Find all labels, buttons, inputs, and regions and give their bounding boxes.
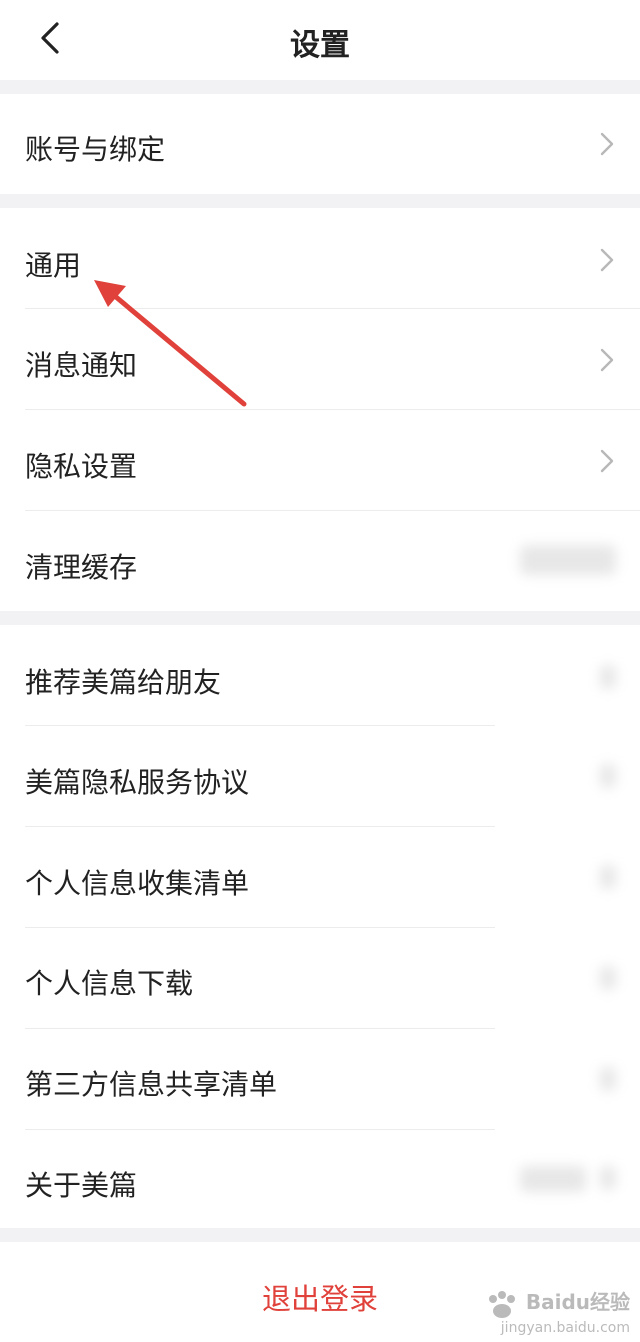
settings-item-info-collection[interactable]: 个人信息收集清单	[0, 827, 640, 927]
chevron-right-icon	[600, 132, 614, 156]
settings-item-privacy-policy[interactable]: 美篇隐私服务协议	[0, 726, 640, 826]
settings-item-label: 账号与绑定	[25, 133, 166, 166]
section-gap	[0, 80, 640, 94]
chevron-right-icon	[600, 248, 614, 272]
chevron-right-icon	[600, 665, 616, 689]
settings-item-label: 个人信息下载	[25, 967, 194, 1000]
paw-icon	[489, 1291, 516, 1318]
settings-item-about[interactable]: 关于美篇	[0, 1130, 640, 1228]
chevron-right-icon	[600, 764, 616, 788]
settings-item-recommend[interactable]: 推荐美篇给朋友	[0, 625, 640, 725]
settings-item-label: 个人信息收集清单	[25, 867, 250, 900]
chevron-right-icon	[600, 865, 616, 889]
settings-item-general[interactable]: 通用	[0, 208, 640, 308]
watermark-brand: Baidu经验	[525, 1290, 630, 1314]
settings-item-label: 美篇隐私服务协议	[25, 766, 250, 799]
top-bar: 设置	[0, 0, 640, 80]
version-value	[520, 1166, 586, 1192]
section-gap	[0, 1228, 640, 1242]
settings-item-label: 消息通知	[25, 349, 138, 382]
settings-item-label: 推荐美篇给朋友	[25, 666, 222, 699]
chevron-right-icon	[600, 1067, 616, 1091]
settings-item-label: 隐私设置	[25, 450, 138, 483]
chevron-right-icon	[600, 966, 616, 990]
settings-item-info-download[interactable]: 个人信息下载	[0, 928, 640, 1028]
cache-size-value	[520, 545, 616, 575]
settings-item-label: 清理缓存	[25, 551, 138, 584]
chevron-right-icon	[600, 1166, 616, 1190]
settings-item-label: 通用	[25, 249, 82, 282]
settings-item-label: 第三方信息共享清单	[25, 1068, 278, 1101]
chevron-right-icon	[600, 449, 614, 473]
chevron-right-icon	[600, 348, 614, 372]
baidu-jingyan-watermark: Baidu经验 jingyan.baidu.com	[485, 1290, 630, 1336]
section-gap	[0, 611, 640, 625]
settings-item-clear-cache[interactable]: 清理缓存	[0, 511, 640, 611]
page-title: 设置	[290, 28, 350, 63]
settings-item-privacy[interactable]: 隐私设置	[0, 410, 640, 510]
section-gap	[0, 194, 640, 208]
settings-item-notifications[interactable]: 消息通知	[0, 309, 640, 409]
settings-item-label: 关于美篇	[25, 1169, 138, 1202]
watermark-url: jingyan.baidu.com	[500, 1320, 630, 1336]
settings-item-third-party-sharing[interactable]: 第三方信息共享清单	[0, 1029, 640, 1129]
settings-item-account-binding[interactable]: 账号与绑定	[0, 94, 640, 194]
